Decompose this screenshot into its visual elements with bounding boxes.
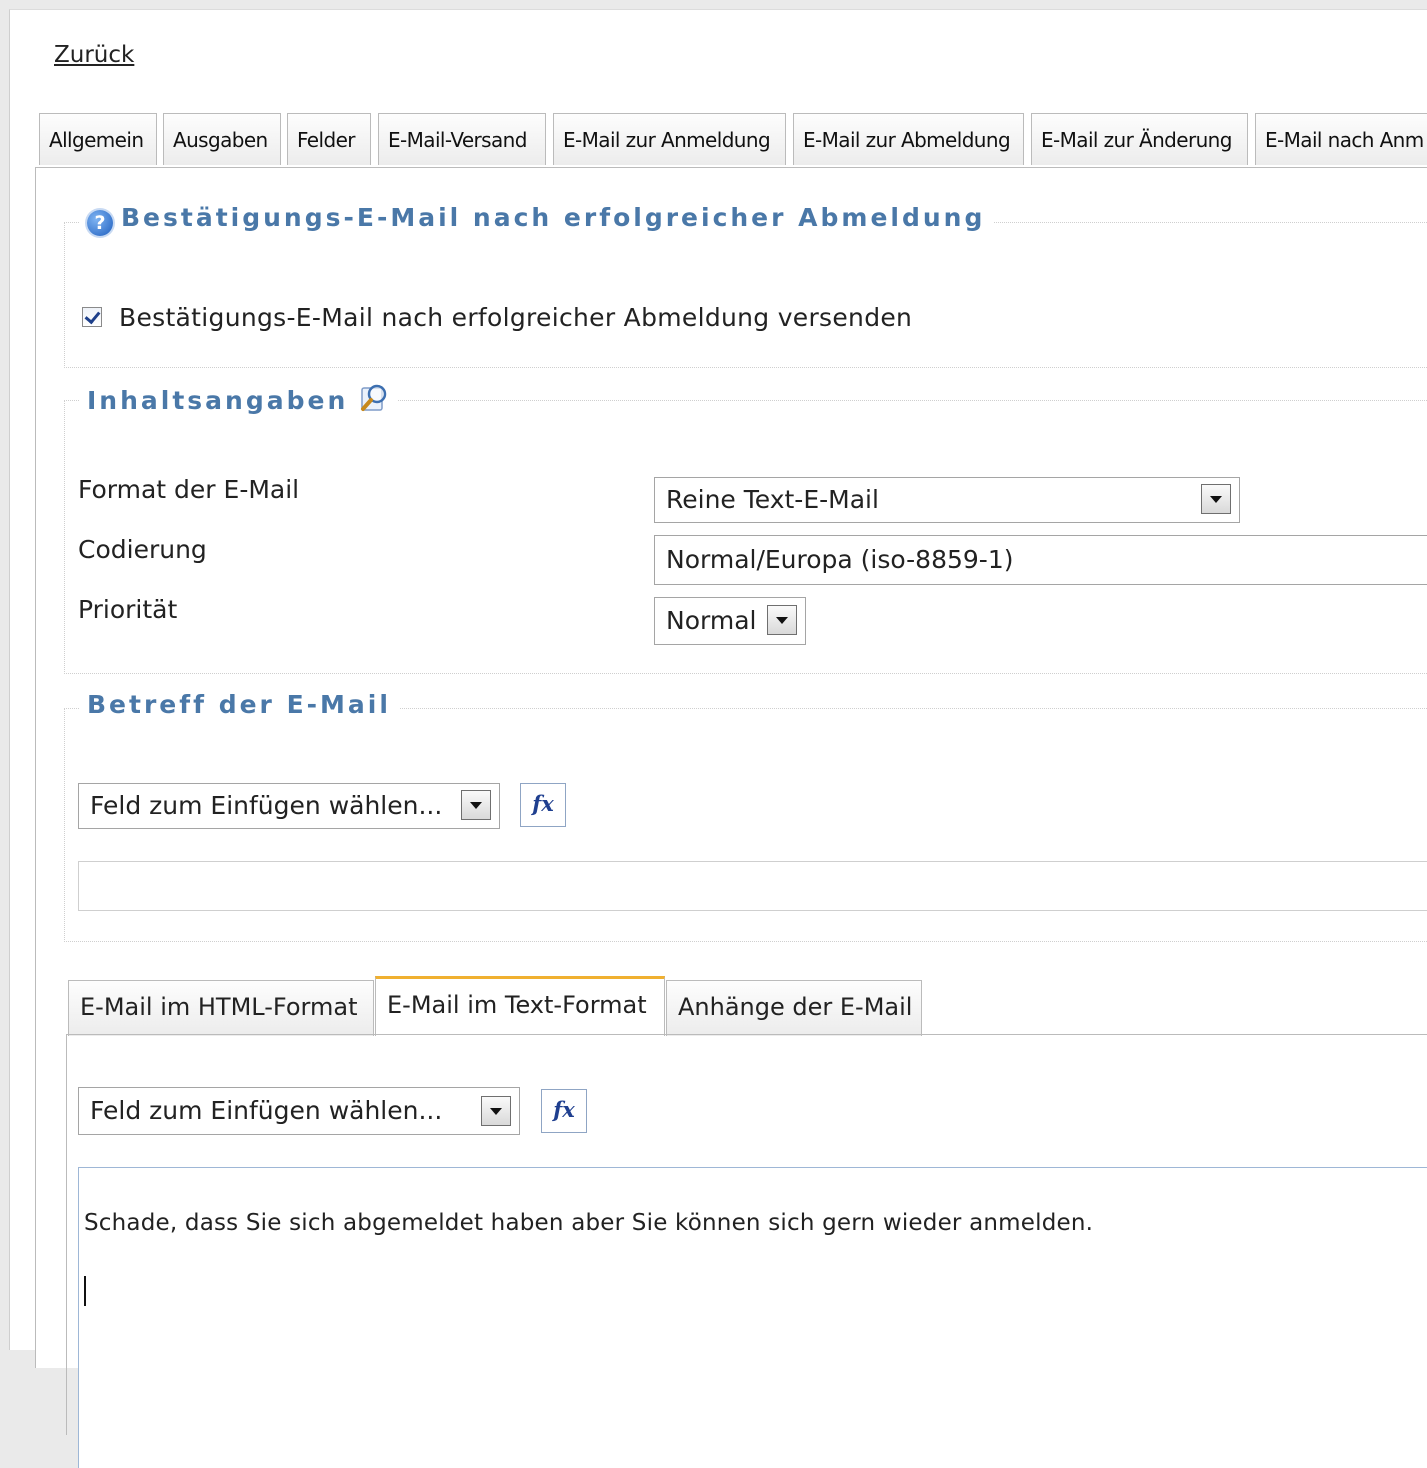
page: Zurück Allgemein Ausgaben Felder E-Mail-… [9,9,1427,1468]
body-field-select[interactable]: Feld zum Einfügen wählen... [78,1087,520,1135]
tab-ausgaben[interactable]: Ausgaben [163,113,281,165]
tab-html-format[interactable]: E-Mail im HTML-Format [68,980,374,1036]
encoding-field-value: Normal/Europa (iso-8859-1) [666,545,1014,574]
help-icon[interactable]: ? [87,210,113,236]
chevron-down-icon[interactable] [461,790,491,820]
confirmation-legend-text: Bestätigungs-E-Mail nach erfolgreicher A… [121,203,986,232]
subject-legend: Betreff der E-Mail [79,690,399,719]
text-cursor [84,1276,86,1306]
fx-icon: fx [532,791,554,816]
body-field-select-value: Feld zum Einfügen wählen... [90,1096,443,1125]
body-fx-button[interactable]: fx [541,1089,587,1133]
tab-felder[interactable]: Felder [287,113,371,165]
tab-email-abmeldung[interactable]: E-Mail zur Abmeldung [793,113,1024,165]
back-link[interactable]: Zurück [54,42,134,68]
content-fieldset: Inhaltsangaben Format der E-Mail Reine T… [64,382,1427,674]
format-select[interactable]: Reine Text-E-Mail [654,477,1240,523]
encoding-field[interactable]: Normal/Europa (iso-8859-1) [654,535,1427,585]
magnifier-icon[interactable] [358,382,390,414]
body-text-editor[interactable]: Schade, dass Sie sich abgemeldet haben a… [78,1167,1427,1468]
tab-email-nach-anmeldung[interactable]: E-Mail nach Anm [1255,113,1427,165]
chevron-down-icon[interactable] [1201,484,1231,514]
format-label: Format der E-Mail [78,475,300,504]
subject-field-select-value: Feld zum Einfügen wählen... [90,791,443,820]
chevron-down-icon[interactable] [481,1096,511,1126]
confirmation-legend: ? Bestätigungs-E-Mail nach erfolgreicher … [79,203,994,236]
body-text: Schade, dass Sie sich abgemeldet haben a… [84,1210,1094,1236]
tab-email-aenderung[interactable]: E-Mail zur Änderung [1031,113,1248,165]
subject-fx-button[interactable]: fx [520,783,566,827]
tab-email-versand[interactable]: E-Mail-Versand [378,113,546,165]
tab-content-panel: ? Bestätigungs-E-Mail nach erfolgreicher … [35,167,1427,1468]
chevron-down-icon[interactable] [767,605,797,635]
format-select-value: Reine Text-E-Mail [666,485,879,514]
tab-text-format[interactable]: E-Mail im Text-Format [375,976,665,1036]
tab-attachments[interactable]: Anhänge der E-Mail [666,980,922,1036]
subject-fieldset: Betreff der E-Mail Feld zum Einfügen wäh… [64,690,1427,942]
content-legend-text: Inhaltsangaben [87,386,349,415]
content-legend: Inhaltsangaben [79,382,399,415]
encoding-label: Codierung [78,535,207,564]
tab-allgemein[interactable]: Allgemein [39,113,157,165]
confirmation-fieldset: ? Bestätigungs-E-Mail nach erfolgreicher … [64,203,1427,368]
send-confirmation-label: Bestätigungs-E-Mail nach erfolgreicher A… [119,303,913,332]
subject-input[interactable] [78,861,1427,911]
subject-field-select[interactable]: Feld zum Einfügen wählen... [78,783,500,829]
fx-icon: fx [553,1097,575,1122]
priority-select[interactable]: Normal [654,597,806,645]
priority-select-value: Normal [666,606,757,635]
tab-email-anmeldung[interactable]: E-Mail zur Anmeldung [553,113,786,165]
body-panel: Feld zum Einfügen wählen... fx Schade, d… [66,1034,1427,1468]
send-confirmation-checkbox[interactable] [82,307,102,327]
priority-label: Priorität [78,595,178,624]
